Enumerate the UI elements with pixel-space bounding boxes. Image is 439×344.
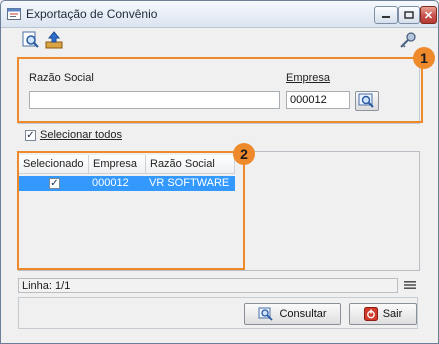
toolbar [1,28,438,52]
check-icon: ✓ [26,129,35,141]
select-all-checkbox[interactable]: ✓ [25,130,36,141]
exit-icon [363,307,378,321]
window-title: Exportação de Convênio [26,7,158,21]
consultar-label: Consultar [279,308,327,320]
minimize-icon [382,16,390,18]
menu-icon[interactable] [404,279,416,291]
search-icon [258,307,274,321]
search-document-icon[interactable] [22,31,40,49]
status-bar: Linha: 1/1 [18,278,398,293]
highlight-box-1 [17,57,423,123]
export-icon[interactable] [45,31,63,49]
app-icon [7,8,21,20]
minimize-button[interactable] [374,6,398,24]
sair-button[interactable]: Sair [349,303,417,325]
highlight-box-2 [17,151,245,270]
marker-1: 1 [413,47,435,69]
key-icon[interactable] [399,31,417,49]
marker-2: 2 [233,143,255,165]
title-bar: Exportação de Convênio ✕ [1,1,438,28]
maximize-icon [404,11,414,19]
maximize-button[interactable] [398,6,420,24]
select-all-label[interactable]: Selecionar todos [40,129,122,141]
sair-label: Sair [382,308,403,320]
close-icon: ✕ [423,9,434,22]
close-button[interactable]: ✕ [420,6,437,24]
consultar-button[interactable]: Consultar [244,303,341,325]
